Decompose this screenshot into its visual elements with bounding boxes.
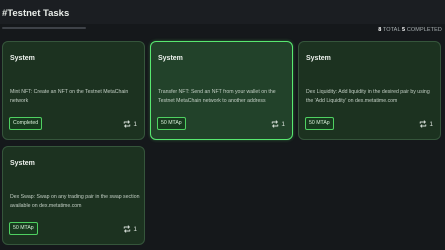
task-category: System bbox=[10, 160, 35, 167]
total-count: 8 bbox=[378, 27, 382, 33]
completed-count: 5 bbox=[402, 27, 406, 33]
task-repeat-counter: 1 bbox=[123, 120, 137, 128]
task-reward-badge: 50 MTAp bbox=[157, 117, 186, 130]
task-card-transfer-nft[interactable]: System Transfer NFT: Send an NFT from yo… bbox=[150, 41, 293, 140]
task-reward-badge: 50 MTAp bbox=[9, 222, 38, 235]
page-title: #Testnet Tasks bbox=[2, 8, 70, 19]
task-repeat-counter: 1 bbox=[123, 225, 137, 233]
task-card-dex-swap[interactable]: System Dex Swap: Swap on any trading pai… bbox=[2, 146, 145, 245]
progress-track bbox=[2, 27, 86, 29]
repeat-icon bbox=[420, 120, 427, 128]
repeat-icon bbox=[124, 120, 131, 128]
completed-label: COMPLETED bbox=[406, 27, 442, 33]
task-progress-counter: 8 TOTAL 5 COMPLETED bbox=[378, 27, 442, 33]
task-status-badge: Completed bbox=[9, 117, 43, 130]
task-description: Transfer NFT: Send an NFT from your wall… bbox=[158, 89, 276, 104]
repeat-icon bbox=[272, 120, 279, 128]
task-card-dex-liquidity[interactable]: System Dex Liquidity: Add liquidity in t… bbox=[298, 41, 441, 140]
task-category: System bbox=[158, 55, 183, 62]
task-description: Mint NFT: Create an NFT on the Testnet M… bbox=[10, 89, 129, 104]
page-header: #Testnet Tasks bbox=[0, 0, 445, 24]
task-description: Dex Swap: Swap on any trading pair in th… bbox=[10, 194, 140, 209]
task-repeat-counter: 1 bbox=[419, 120, 433, 128]
task-category: System bbox=[10, 55, 35, 62]
task-repeat-count: 1 bbox=[133, 120, 137, 128]
repeat-icon bbox=[124, 225, 131, 233]
task-repeat-count: 1 bbox=[281, 120, 285, 128]
task-description: Dex Liquidity: Add liquidity in the desi… bbox=[306, 89, 430, 104]
total-label: TOTAL bbox=[382, 27, 401, 33]
task-category: System bbox=[306, 55, 331, 62]
task-repeat-count: 1 bbox=[133, 225, 137, 233]
task-repeat-count: 1 bbox=[429, 120, 433, 128]
task-card-mint-nft[interactable]: System Mint NFT: Create an NFT on the Te… bbox=[2, 41, 145, 140]
task-repeat-counter: 1 bbox=[271, 120, 285, 128]
task-reward-badge: 50 MTAp bbox=[305, 117, 334, 130]
